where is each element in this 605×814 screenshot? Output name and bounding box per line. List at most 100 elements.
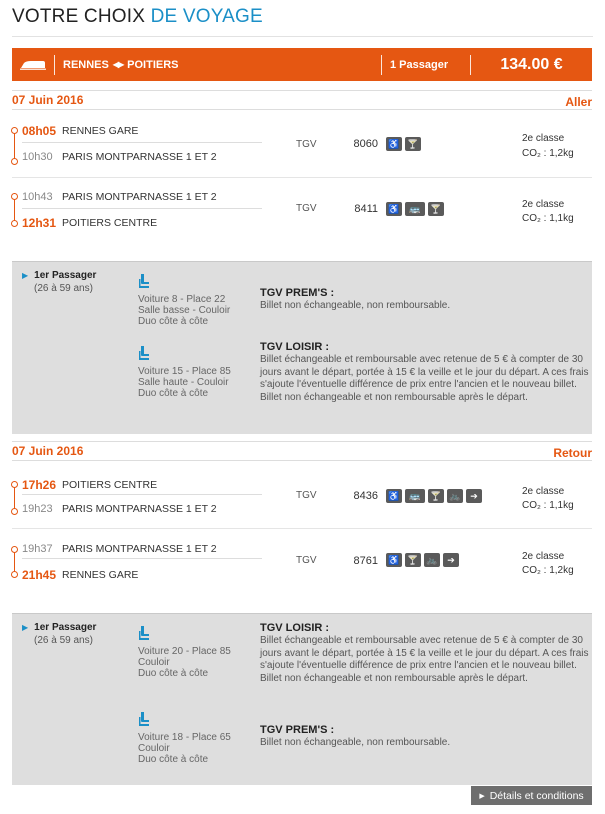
seat-layout: Duo côte à côte [138, 668, 209, 679]
departure-station: POITIERS CENTRE [62, 479, 158, 491]
seat-position: Salle haute - Couloir [138, 377, 229, 388]
train-number: 8411 [354, 203, 378, 215]
travel-class: 2e classe [522, 486, 565, 497]
train-number: 8436 [353, 490, 378, 502]
train-icon [12, 60, 54, 70]
fare-name: TGV PREM'S : [260, 724, 335, 736]
stop-divider [22, 208, 262, 209]
outbound-direction: Aller [565, 95, 592, 109]
fare-description: Billet échangeable et remboursable avec … [260, 635, 589, 684]
fare-conditions: TGV PREM'S : Billet non échangeable, non… [260, 287, 590, 313]
seat-icon [139, 346, 149, 360]
journey-segment: 08h05 RENNES GARE 10h30 PARIS MONTPARNAS… [11, 118, 592, 178]
bar-icon: 🍸 [405, 553, 421, 567]
co2-emission: CO₂ : 1,2kg [522, 565, 574, 576]
round-trip-arrows-icon: ◀▶ [112, 60, 124, 69]
expand-triangle-icon[interactable]: ▶ [22, 623, 28, 632]
bar-icon: 🍸 [405, 137, 421, 151]
seat-car-place: Voiture 8 - Place 22 [138, 294, 226, 305]
fare-conditions: TGV LOISIR : Billet échangeable et rembo… [260, 622, 590, 685]
seat-position: Couloir [138, 657, 170, 668]
travel-class: 2e classe [522, 199, 565, 210]
passenger-panel: ▶ 1er Passager (26 à 59 ans) Voiture 8 - … [12, 261, 592, 434]
details-conditions-button[interactable]: ▶ Détails et conditions [471, 786, 592, 805]
play-triangle-icon: ▶ [479, 792, 485, 800]
arrival-station: PARIS MONTPARNASSE 1 ET 2 [62, 151, 217, 163]
passenger-heading: ▶ 1er Passager [22, 622, 96, 633]
fare-name: TGV LOISIR : [260, 622, 330, 634]
seat-info: Voiture 8 - Place 22 Salle basse - Coulo… [138, 274, 248, 327]
arrival-dot [11, 571, 18, 578]
arrival-dot [11, 158, 18, 165]
passenger-label: 1er Passager [34, 270, 97, 281]
fare-conditions: TGV PREM'S : Billet non échangeable, non… [260, 724, 590, 750]
bike-icon: 🚲 [424, 553, 440, 567]
stop-divider [22, 494, 262, 495]
departure-station: PARIS MONTPARNASSE 1 ET 2 [62, 191, 217, 203]
seat-car-place: Voiture 18 - Place 65 [138, 732, 231, 743]
wheelchair-icon: ♿ [386, 553, 402, 567]
fare-name: TGV LOISIR : [260, 341, 330, 353]
outbound-date: 07 Juin 2016 [12, 93, 84, 107]
departure-dot [11, 193, 18, 200]
seat-info: Voiture 20 - Place 85 Couloir Duo côte à… [138, 626, 248, 679]
departure-dot [11, 127, 18, 134]
expand-triangle-icon[interactable]: ▶ [22, 271, 28, 280]
seat-info: Voiture 18 - Place 65 Couloir Duo côte à… [138, 712, 248, 765]
journey-segment: 17h26 POITIERS CENTRE 19h23 PARIS MONTPA… [11, 472, 592, 532]
co2-emission: CO₂ : 1,1kg [522, 500, 574, 511]
service-icons: ♿ 🚌 🍸 [386, 202, 444, 216]
seat-layout: Duo côte à côte [138, 316, 209, 327]
service-icons: ♿ 🍸 [386, 137, 421, 151]
departure-dot [11, 546, 18, 553]
inbound-direction: Retour [553, 446, 592, 460]
arrival-time: 10h30 [22, 151, 53, 163]
departure-time: 19h37 [22, 543, 53, 555]
fare-name: TGV PREM'S : [260, 287, 335, 299]
travel-class: 2e classe [522, 551, 565, 562]
train-type: TGV [296, 203, 317, 214]
bike-icon: 🚲 [447, 489, 463, 503]
fare-description: Billet non échangeable, non remboursable… [260, 300, 451, 311]
passenger-panel: ▶ 1er Passager (26 à 59 ans) Voiture 20 -… [12, 613, 592, 785]
arrival-time: 19h23 [22, 503, 53, 515]
inbound-day-header: 07 Juin 2016 Retour [12, 441, 592, 461]
stop-divider [22, 558, 262, 559]
seat-icon [139, 626, 149, 640]
passenger-label: 1er Passager [34, 622, 97, 633]
route-origin: RENNES [63, 58, 109, 71]
departure-time: 17h26 [22, 478, 57, 492]
seat-icon [139, 712, 149, 726]
wheelchair-icon: ♿ [386, 489, 402, 503]
segment-line [14, 131, 15, 160]
departure-station: PARIS MONTPARNASSE 1 ET 2 [62, 543, 217, 555]
train-type: TGV [296, 490, 317, 501]
bus-icon: 🚌 [405, 489, 425, 503]
seat-info: Voiture 15 - Place 85 Salle haute - Coul… [138, 346, 248, 399]
route-destination: POITIERS [127, 58, 179, 71]
train-number: 8761 [353, 555, 378, 567]
seat-layout: Duo côte à côte [138, 388, 209, 399]
journey-segment: 10h43 PARIS MONTPARNASSE 1 ET 2 12h31 PO… [11, 180, 592, 240]
departure-time: 08h05 [22, 124, 57, 138]
page-title-part2: DE VOYAGE [150, 6, 263, 27]
train-type: TGV [296, 139, 317, 150]
arrow-icon: ➔ [466, 489, 482, 503]
passenger-heading: ▶ 1er Passager [22, 270, 96, 281]
departure-dot [11, 481, 18, 488]
passenger-age: (26 à 59 ans) [34, 635, 93, 646]
travel-class: 2e classe [522, 133, 565, 144]
train-number: 8060 [353, 138, 378, 150]
arrow-icon: ➔ [443, 553, 459, 567]
seat-car-place: Voiture 15 - Place 85 [138, 366, 231, 377]
segment-divider [12, 528, 592, 529]
service-icons: ♿ 🍸 🚲 ➔ [386, 553, 459, 567]
seat-icon [139, 274, 149, 288]
seat-position: Salle basse - Couloir [138, 305, 231, 316]
departure-station: RENNES GARE [62, 125, 139, 137]
bar-icon: 🍸 [428, 202, 444, 216]
inbound-date: 07 Juin 2016 [12, 444, 84, 458]
fare-description: Billet échangeable et remboursable avec … [260, 354, 589, 403]
arrival-station: PARIS MONTPARNASSE 1 ET 2 [62, 503, 217, 515]
journey-segment: 19h37 PARIS MONTPARNASSE 1 ET 2 21h45 RE… [11, 532, 592, 592]
